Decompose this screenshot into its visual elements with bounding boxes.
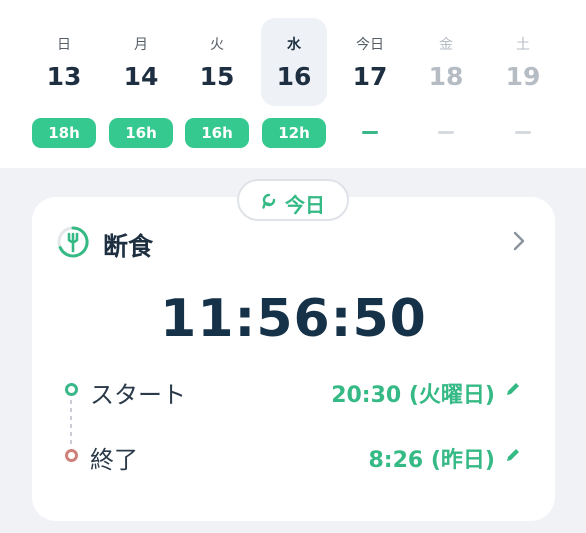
pencil-icon[interactable] [504,446,522,464]
pencil-icon[interactable] [504,380,522,398]
day-date: 16 [276,62,312,91]
day-of-week: 金 [439,37,453,53]
no-data-dash [515,131,531,134]
day-tue[interactable]: 火 15 [184,18,250,106]
fasting-hours-badge[interactable]: 16h [185,118,249,148]
fasting-card[interactable]: 断食 11:56:50 スタート 20:30 (火曜日) 終了 8:26 (昨日… [32,197,555,521]
day-wed-selected[interactable]: 水 16 [261,18,327,106]
start-time-value[interactable]: 20:30 (火曜日) [331,377,495,409]
day-sun[interactable]: 日 13 [31,18,97,106]
day-today[interactable]: 今日 17 [337,18,403,106]
rotate-icon [262,193,276,209]
day-of-week: 土 [516,37,530,53]
end-time-value[interactable]: 8:26 (昨日) [369,442,496,474]
day-sat[interactable]: 土 19 [490,18,556,106]
fasting-fork-icon [57,226,89,258]
day-of-week: 日 [57,37,71,53]
day-date: 18 [428,62,464,91]
start-label: スタート [90,381,186,409]
no-data-dash [362,131,378,134]
fasting-hours-badge[interactable]: 12h [262,118,326,148]
day-of-week: 今日 [356,37,384,53]
day-date: 19 [505,62,541,91]
day-date: 13 [46,62,82,91]
day-of-week: 水 [287,37,301,53]
day-of-week: 火 [210,37,224,53]
end-dot [65,449,78,462]
week-strip: 日 13 月 14 火 15 水 16 今日 17 金 18 土 19 18h … [0,0,586,168]
fasting-hours-badge[interactable]: 16h [109,118,173,148]
chevron-right-icon[interactable] [510,229,528,253]
today-button-label: 今日 [285,193,325,217]
day-of-week: 月 [134,37,148,53]
day-mon[interactable]: 月 14 [108,18,174,106]
day-date: 15 [199,62,235,91]
day-date: 17 [352,62,388,91]
end-label: 終了 [90,446,138,474]
fasting-hours-badge[interactable]: 18h [32,118,96,148]
fasting-timer: 11:56:50 [160,289,427,349]
day-fri[interactable]: 金 18 [413,18,479,106]
start-dot [65,383,78,396]
day-date: 14 [123,62,159,91]
today-button[interactable]: 今日 [237,179,349,221]
card-title: 断食 [103,232,154,261]
timeline-connector [70,400,72,444]
no-data-dash [438,131,454,134]
